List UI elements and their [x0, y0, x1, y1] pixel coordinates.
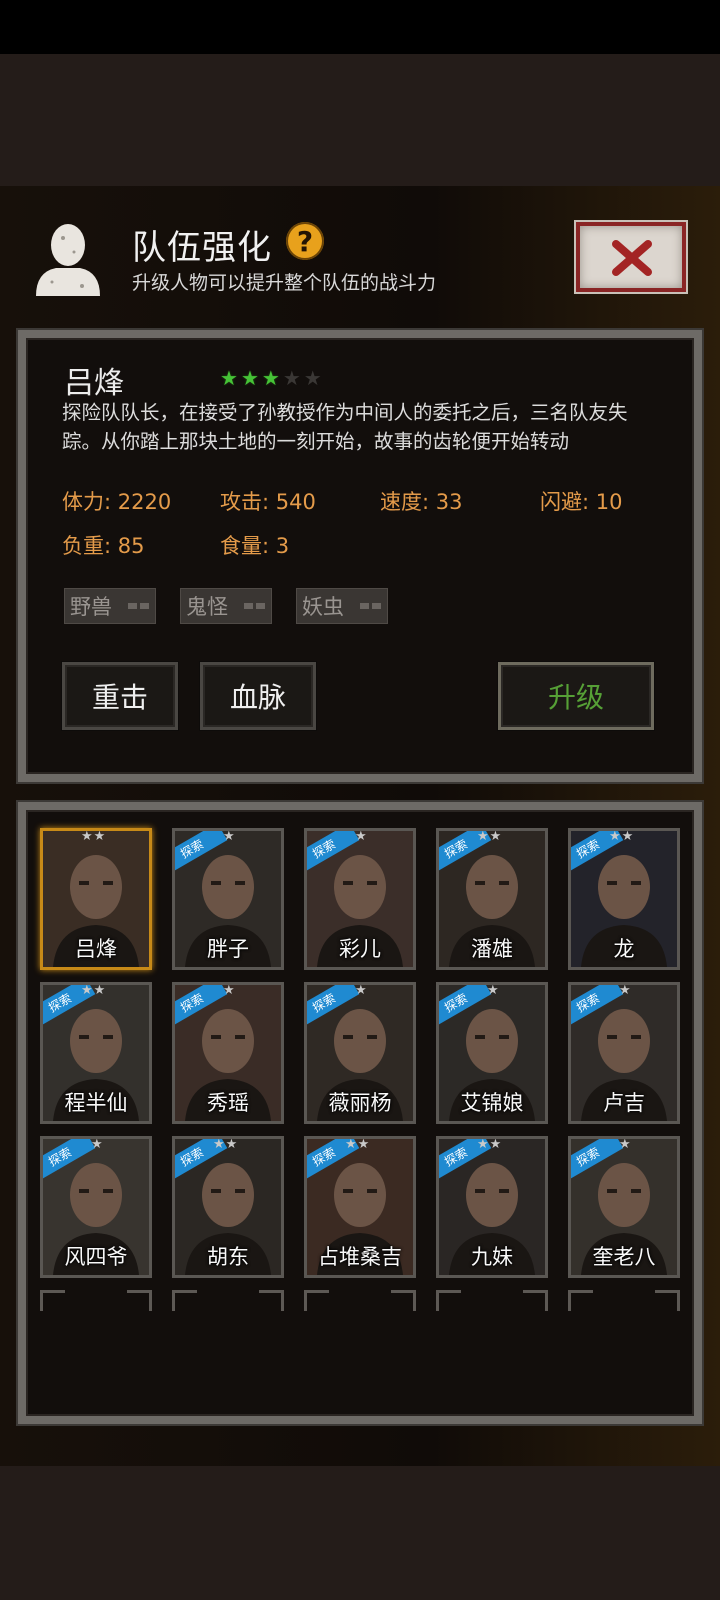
card-star-rating: ★★	[477, 829, 503, 844]
character-card[interactable]: ★★ 吕烽	[40, 828, 152, 970]
character-card[interactable]: 探索 ★★ 程半仙	[40, 982, 152, 1124]
character-card-name: 潘雄	[471, 937, 513, 961]
character-card-name: 卢吉	[603, 1091, 645, 1115]
card-star-rating: ★★	[477, 1137, 503, 1152]
stat-attack: 攻击: 540	[220, 490, 316, 514]
card-star-rating: ★★	[81, 983, 107, 998]
character-card[interactable]: 探索 ★ 秀瑶	[172, 982, 284, 1124]
empty-card-slot[interactable]	[436, 1290, 548, 1311]
bloodline-button[interactable]: 血脉	[200, 662, 316, 730]
character-name: 吕烽	[64, 366, 124, 401]
star-icon: ★	[220, 366, 238, 390]
upgrade-button[interactable]: 升级	[498, 662, 654, 730]
character-card-name: 九妹	[471, 1245, 513, 1269]
character-card-name: 薇丽杨	[328, 1091, 392, 1115]
card-star-rating: ★	[223, 829, 236, 844]
character-card-name: 艾锦娘	[460, 1091, 524, 1115]
trait-level-icon	[360, 603, 381, 609]
bottom-area	[0, 1466, 720, 1600]
trait-label: 鬼怪	[186, 595, 228, 619]
stat-load: 负重: 85	[62, 534, 145, 558]
empty-card-slot[interactable]	[568, 1290, 680, 1311]
status-bar	[0, 0, 720, 54]
character-card-name: 程半仙	[64, 1091, 128, 1115]
empty-card-slot[interactable]	[304, 1290, 416, 1311]
character-card-name: 吕烽	[75, 937, 117, 961]
card-star-rating: ★	[619, 983, 632, 998]
character-card[interactable]: 探索 ★ 彩儿	[304, 828, 416, 970]
star-icon: ★	[303, 366, 322, 390]
page-subtitle: 升级人物可以提升整个队伍的战斗力	[132, 272, 437, 294]
page-title: 队伍强化	[132, 228, 272, 268]
character-card[interactable]: 探索 ★ 风四爷	[40, 1136, 152, 1278]
trait-tag: 鬼怪	[180, 588, 272, 624]
trait-level-icon	[128, 603, 149, 609]
character-card-name: 占堆桑吉	[318, 1245, 402, 1269]
character-card-name: 秀瑶	[207, 1091, 249, 1115]
character-card[interactable]: 探索 ★★ 占堆桑吉	[304, 1136, 416, 1278]
trait-label: 妖虫	[302, 595, 344, 619]
card-star-rating: ★★	[213, 1137, 239, 1152]
character-card-name: 胡东	[207, 1245, 249, 1269]
card-star-rating: ★	[223, 983, 236, 998]
character-card-name: 龙	[613, 937, 635, 961]
empty-card-slot[interactable]	[40, 1290, 152, 1311]
empty-card-slot[interactable]	[172, 1290, 284, 1311]
character-description: 探险队队长，在接受了孙教授作为中间人的委托之后，三名队友失踪。从你踏上那块土地的…	[62, 401, 628, 453]
card-star-rating: ★	[619, 1137, 632, 1152]
close-icon	[612, 240, 652, 276]
character-card-name: 彩儿	[339, 937, 381, 961]
stat-dodge: 闪避: 10	[540, 490, 623, 514]
strike-button[interactable]: 重击	[62, 662, 178, 730]
trait-level-icon	[244, 603, 265, 609]
character-card[interactable]: 探索 ★ 胖子	[172, 828, 284, 970]
star-icon: ★	[261, 366, 280, 390]
trait-tag: 妖虫	[296, 588, 388, 624]
trait-tag: 野兽	[64, 588, 156, 624]
character-card-name: 风四爷	[64, 1245, 128, 1269]
star-icon: ★	[240, 366, 259, 390]
user-silhouette-icon	[36, 224, 100, 296]
stat-hp: 体力: 2220	[62, 490, 172, 514]
character-card[interactable]: 探索 ★★ 胡东	[172, 1136, 284, 1278]
card-star-rating: ★	[487, 983, 500, 998]
character-card[interactable]: 探索 ★ 奎老八	[568, 1136, 680, 1278]
character-card[interactable]: 探索 ★ 艾锦娘	[436, 982, 548, 1124]
stat-speed: 速度: 33	[380, 490, 463, 514]
character-card[interactable]: 探索 ★★ 九妹	[436, 1136, 548, 1278]
close-button[interactable]	[576, 222, 686, 292]
card-star-rating: ★★	[345, 1137, 371, 1152]
card-star-rating: ★	[355, 983, 368, 998]
character-card[interactable]: 探索 ★★ 潘雄	[436, 828, 548, 970]
card-star-rating: ★★	[609, 829, 635, 844]
character-card-name: 胖子	[207, 937, 249, 961]
star-icon: ★	[282, 366, 301, 390]
card-star-rating: ★	[355, 829, 368, 844]
character-card[interactable]: 探索 ★★ 龙	[568, 828, 680, 970]
character-card[interactable]: 探索 ★ 薇丽杨	[304, 982, 416, 1124]
stat-food: 食量: 3	[220, 534, 290, 558]
character-card-name: 奎老八	[592, 1245, 656, 1269]
character-star-rating: ★ ★ ★ ★ ★	[220, 368, 322, 388]
card-star-rating: ★★	[81, 829, 107, 844]
card-star-rating: ★	[91, 1137, 104, 1152]
help-icon[interactable]: ?	[286, 222, 324, 260]
trait-label: 野兽	[70, 595, 112, 619]
character-card[interactable]: 探索 ★ 卢吉	[568, 982, 680, 1124]
